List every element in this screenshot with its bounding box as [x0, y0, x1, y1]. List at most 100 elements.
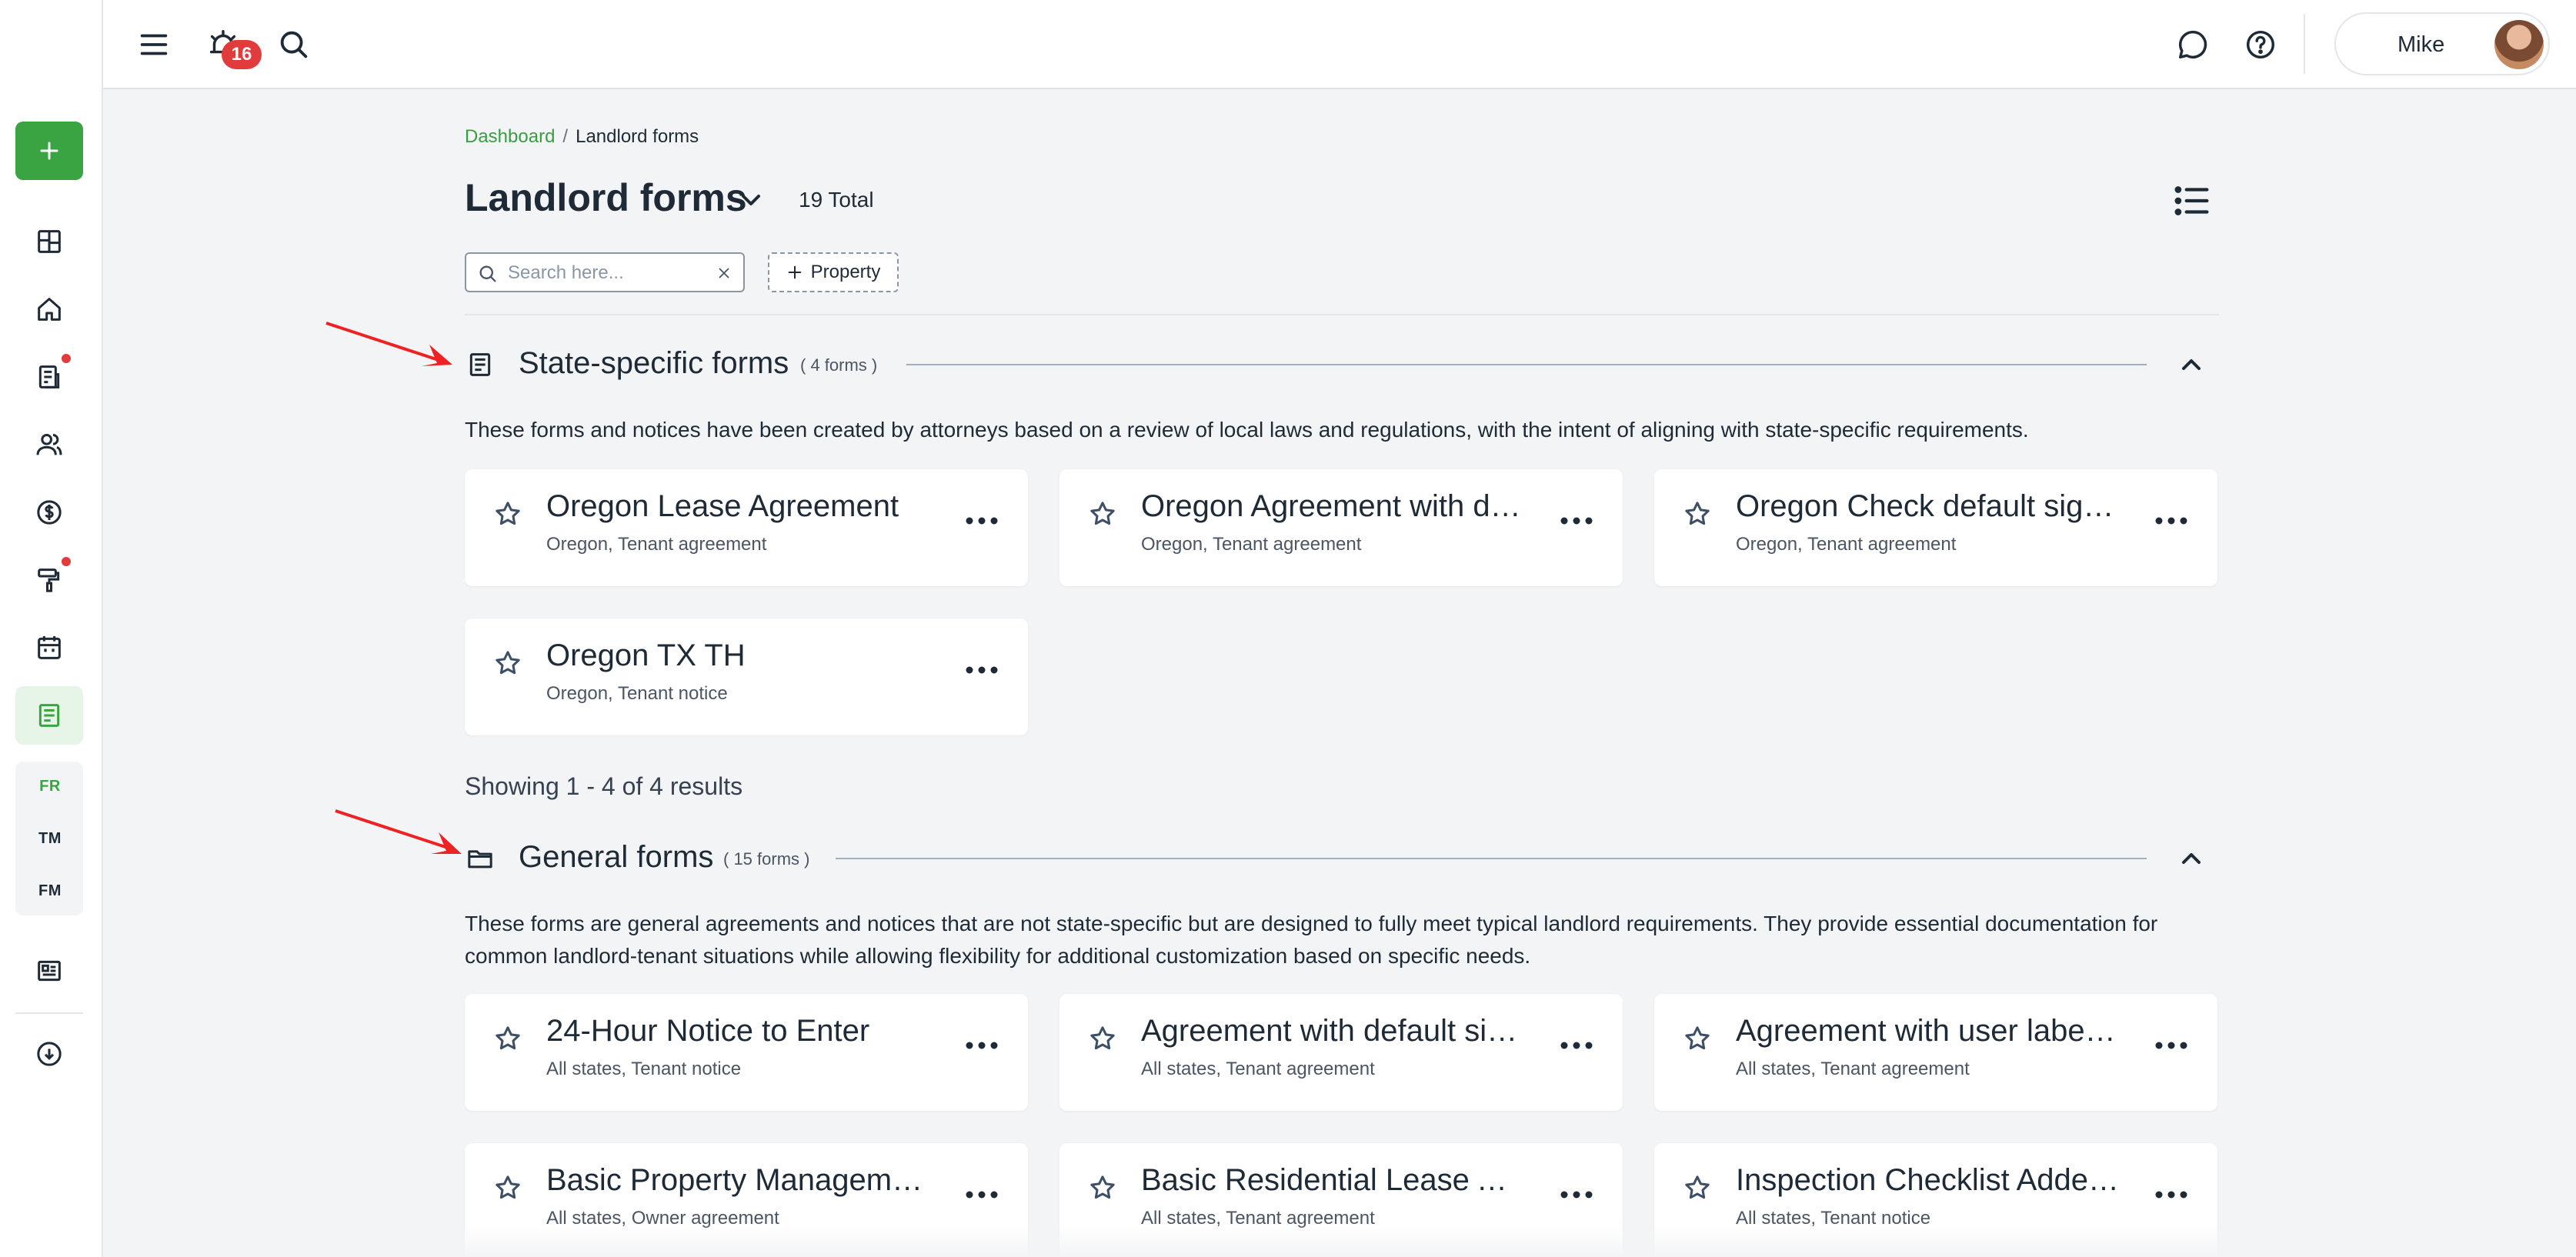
form-card[interactable]: 24-Hour Notice to Enter All states, Tena…: [465, 994, 1028, 1111]
home-icon: [38, 298, 61, 321]
form-card[interactable]: Agreement with default signatures All st…: [1059, 994, 1623, 1111]
form-card-title: Agreement with user labels and signature…: [1736, 1014, 2121, 1048]
sidebar-item-download[interactable]: [26, 1031, 72, 1077]
more-options-icon[interactable]: [1557, 1183, 1597, 1206]
top-header: 16 Mike: [103, 0, 2576, 89]
hamburger-menu-icon: [140, 34, 168, 55]
more-options-icon[interactable]: [2151, 1183, 2191, 1206]
form-card-subtitle: Oregon, Tenant agreement: [1141, 534, 1362, 555]
more-options-icon[interactable]: [962, 509, 1002, 532]
chat-bubble-icon: [2178, 30, 2207, 59]
annotation-arrow: [325, 322, 452, 366]
form-card[interactable]: Oregon Check default signatures Oregon, …: [1654, 469, 2217, 586]
more-options-icon[interactable]: [2151, 509, 2191, 532]
more-options-icon[interactable]: [2151, 1034, 2191, 1057]
page-title: Landlord forms: [465, 176, 747, 219]
more-options-icon[interactable]: [962, 1034, 1002, 1057]
global-search-button[interactable]: [271, 22, 317, 68]
user-name: Mike: [2397, 32, 2445, 57]
property-filter-label: Property: [810, 262, 881, 282]
question-circle-icon: [2246, 30, 2275, 59]
sidebar-item-properties[interactable]: [26, 286, 72, 332]
shortcut-tm[interactable]: TM: [0, 830, 100, 848]
star-icon[interactable]: [492, 648, 523, 679]
breadcrumb: Dashboard / Landlord forms: [465, 126, 699, 148]
sidebar-item-accounting[interactable]: [26, 489, 72, 535]
document-icon: [469, 353, 491, 376]
sidebar-item-people[interactable]: [26, 422, 72, 468]
chevron-up-icon[interactable]: [2176, 349, 2207, 380]
clear-icon[interactable]: [716, 265, 732, 282]
form-card[interactable]: Oregon Agreement with default signatures…: [1059, 469, 1623, 586]
form-card-title: Oregon Agreement with default signatures: [1141, 489, 1526, 523]
leases-notification-dot: [62, 354, 71, 363]
star-icon[interactable]: [1087, 1023, 1118, 1054]
user-menu[interactable]: Mike: [2334, 12, 2550, 75]
sidebar-item-calendar[interactable]: [26, 625, 72, 671]
search-field[interactable]: [465, 252, 745, 292]
document-list-icon: [38, 365, 60, 388]
filters-divider: [465, 314, 2219, 315]
sidebar-item-dashboard[interactable]: [26, 218, 72, 265]
form-card-title: Oregon TX TH: [546, 639, 746, 672]
chevron-down-icon[interactable]: [736, 185, 766, 215]
breadcrumb-dashboard-link[interactable]: Dashboard: [465, 126, 555, 147]
form-card[interactable]: Oregon TX TH Oregon, Tenant notice: [465, 618, 1028, 735]
form-card-title: Basic Residential Lease Agreement: [1141, 1163, 1526, 1197]
add-new-button[interactable]: [15, 122, 83, 180]
section-count-general: ( 15 forms ): [723, 849, 810, 869]
plus-icon: [788, 265, 801, 279]
cloud-download-icon: [37, 1042, 62, 1066]
breadcrumb-separator: /: [562, 126, 569, 147]
sidebar: FR TM FM: [0, 0, 103, 1257]
section-description-state: These forms and notices have been create…: [465, 418, 2029, 442]
shortcut-fr[interactable]: FR: [0, 778, 100, 795]
shortcut-fm[interactable]: FM: [0, 882, 100, 900]
property-filter-button[interactable]: Property: [768, 252, 899, 292]
section-description-general: These forms are general agreements and n…: [465, 912, 2158, 968]
calendar-icon: [38, 636, 61, 659]
paint-roller-icon: [38, 568, 60, 592]
search-icon: [479, 265, 496, 282]
sidebar-item-listings[interactable]: [26, 948, 72, 994]
form-card[interactable]: Agreement with user labels and signature…: [1654, 994, 2217, 1111]
total-count: 19 Total: [799, 188, 874, 212]
form-card-subtitle: Oregon, Tenant agreement: [546, 534, 767, 555]
chevron-up-icon[interactable]: [2176, 843, 2207, 874]
messages-button[interactable]: [2170, 22, 2216, 68]
form-card-title: Basic Property Management Agreement: [546, 1163, 931, 1197]
notification-count-badge: 16: [222, 40, 262, 69]
star-icon[interactable]: [492, 498, 523, 529]
users-icon: [36, 434, 62, 455]
star-icon[interactable]: [1087, 498, 1118, 529]
more-options-icon[interactable]: [1557, 1034, 1597, 1057]
sidebar-divider: [15, 1012, 83, 1014]
help-button[interactable]: [2237, 22, 2284, 68]
star-icon[interactable]: [1087, 1172, 1118, 1203]
star-icon[interactable]: [1682, 1172, 1713, 1203]
sidebar-item-forms[interactable]: [26, 692, 72, 739]
list-view-icon[interactable]: [2170, 178, 2214, 223]
star-icon[interactable]: [492, 1023, 523, 1054]
results-summary: Showing 1 - 4 of 4 results: [465, 772, 743, 800]
form-card-title: Inspection Checklist Addendum: [1736, 1163, 2121, 1197]
search-icon: [280, 31, 308, 58]
section-title-general: General forms: [519, 840, 714, 874]
form-card-subtitle: Oregon, Tenant notice: [546, 683, 728, 704]
form-card-title: Oregon Check default signatures: [1736, 489, 2121, 523]
form-card[interactable]: Oregon Lease Agreement Oregon, Tenant ag…: [465, 469, 1028, 586]
more-options-icon[interactable]: [962, 1183, 1002, 1206]
dollar-circle-icon: [37, 500, 62, 525]
form-card-subtitle: All states, Tenant agreement: [1141, 1059, 1375, 1079]
star-icon[interactable]: [492, 1172, 523, 1203]
star-icon[interactable]: [1682, 498, 1713, 529]
listing-card-icon: [38, 960, 61, 982]
avatar: [2494, 20, 2544, 69]
menu-button[interactable]: [131, 22, 177, 68]
more-options-icon[interactable]: [1557, 509, 1597, 532]
more-options-icon[interactable]: [962, 659, 1002, 682]
form-card-subtitle: All states, Tenant agreement: [1736, 1059, 1970, 1079]
form-card-subtitle: Oregon, Tenant agreement: [1736, 534, 1957, 555]
search-input[interactable]: [508, 260, 700, 286]
star-icon[interactable]: [1682, 1023, 1713, 1054]
